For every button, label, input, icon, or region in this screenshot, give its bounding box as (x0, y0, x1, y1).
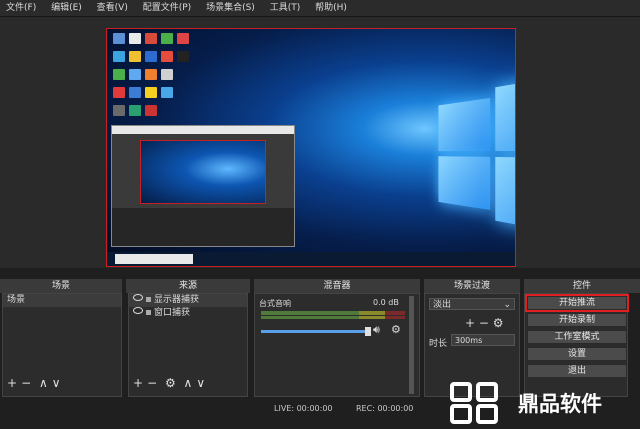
desktop-icon (161, 33, 173, 44)
nested-obs-window (111, 125, 295, 247)
source-item[interactable]: 窗口捕获 (129, 307, 247, 320)
desktop-icon (177, 51, 189, 62)
desktop-icon (113, 51, 125, 62)
menu-profile[interactable]: 配置文件(P) (143, 3, 191, 13)
speaker-icon[interactable]: 🔊︎ (373, 323, 380, 337)
menu-view[interactable]: 查看(V) (97, 3, 128, 13)
add-icon[interactable]: + (7, 376, 17, 390)
desktop-icon (113, 33, 125, 44)
windows-logo (438, 72, 515, 237)
move-down-icon[interactable]: ∨ (196, 376, 205, 390)
transition-select[interactable]: 淡出 ⌄ (429, 298, 515, 310)
gear-icon[interactable]: ⚙ (165, 376, 176, 390)
gear-icon[interactable]: ⚙ (493, 316, 504, 330)
sources-dock-title: 来源 (126, 279, 250, 293)
nested-title-bar (112, 126, 294, 134)
mixer-db-readout: 0.0 dB (373, 298, 399, 307)
menu-bar: 文件(F) 编辑(E) 查看(V) 配置文件(P) 场景集合(S) 工具(T) … (0, 0, 640, 17)
scene-item[interactable]: 场景 (3, 294, 121, 307)
volume-meter (261, 316, 405, 319)
sources-dock: 显示器捕获 窗口捕获 + − ⚙ ∧ ∨ (128, 293, 248, 397)
live-status: LIVE: 00:00:00 (274, 404, 333, 413)
preview-canvas[interactable] (106, 28, 516, 267)
desktop-icon (161, 87, 173, 98)
desktop-icon (145, 51, 157, 62)
nested-preview (140, 140, 266, 204)
transitions-dock-title: 场景过渡 (424, 279, 520, 293)
scenes-dock-title: 场景 (0, 279, 122, 293)
gear-icon[interactable]: ⚙ (391, 323, 401, 336)
move-down-icon[interactable]: ∨ (52, 376, 61, 390)
scenes-dock: 场景 + − ∧ ∨ (2, 293, 122, 397)
desktop-icon (113, 87, 125, 98)
menu-file[interactable]: 文件(F) (6, 3, 36, 13)
desktop-icon (129, 69, 141, 80)
eye-icon[interactable] (133, 307, 143, 314)
desktop-icon (177, 33, 189, 44)
menu-help[interactable]: 帮助(H) (315, 3, 347, 13)
settings-button[interactable]: 设置 (527, 347, 627, 361)
mixer-dock: 台式音响 0.0 dB 🔊︎ ⚙ (254, 293, 420, 397)
start-streaming-button[interactable]: 开始推流 (525, 294, 629, 312)
chevron-down-icon: ⌄ (503, 300, 511, 310)
start-recording-button[interactable]: 开始录制 (527, 313, 627, 327)
brand-logo-icon (450, 382, 498, 424)
lock-icon[interactable] (146, 297, 151, 302)
volume-slider-handle[interactable] (365, 327, 371, 336)
menu-tools[interactable]: 工具(T) (270, 3, 301, 13)
add-icon[interactable]: + (465, 316, 475, 330)
desktop-icon (145, 69, 157, 80)
transition-toolbar: + − ⚙ (465, 316, 504, 330)
watermark: 鼎品软件 (434, 376, 640, 429)
mixer-dock-title: 混音器 (254, 279, 420, 293)
move-up-icon[interactable]: ∧ (39, 376, 48, 390)
desktop-icon (145, 87, 157, 98)
move-up-icon[interactable]: ∧ (184, 376, 193, 390)
taskbar-search-box (115, 254, 193, 264)
studio-mode-button[interactable]: 工作室模式 (527, 330, 627, 344)
volume-slider[interactable] (261, 330, 369, 333)
rec-status: REC: 00:00:00 (356, 404, 414, 413)
menu-edit[interactable]: 编辑(E) (51, 3, 82, 13)
desktop-icon (129, 105, 141, 116)
source-item[interactable]: 显示器捕获 (129, 294, 247, 307)
source-label: 显示器捕获 (154, 295, 200, 305)
desktop-icon (145, 105, 157, 116)
scenes-toolbar: + − ∧ ∨ (7, 376, 65, 390)
sources-toolbar: + − ⚙ ∧ ∨ (133, 376, 209, 390)
brand-name: 鼎品软件 (518, 392, 602, 416)
add-icon[interactable]: + (133, 376, 143, 390)
eye-icon[interactable] (133, 294, 143, 301)
mixer-scrollbar[interactable] (409, 296, 414, 394)
transition-select-value: 淡出 (433, 300, 452, 310)
duration-input[interactable]: 300ms (451, 334, 515, 346)
controls-dock-title: 控件 (524, 279, 640, 293)
remove-icon[interactable]: − (21, 376, 31, 390)
source-label: 窗口捕获 (154, 308, 191, 318)
desktop-icon (161, 69, 173, 80)
remove-icon[interactable]: − (479, 316, 489, 330)
nested-docks (112, 208, 294, 246)
desktop-icon (161, 51, 173, 62)
desktop-icon (129, 51, 141, 62)
taskbar (107, 252, 515, 266)
desktop-icon (129, 33, 141, 44)
menu-scene-collection[interactable]: 场景集合(S) (206, 3, 255, 13)
mixer-channel-name: 台式音响 (259, 299, 291, 308)
desktop-icon (145, 33, 157, 44)
desktop-icon (129, 87, 141, 98)
desktop-icon (113, 69, 125, 80)
duration-label: 时长 (429, 339, 448, 349)
volume-meter (261, 311, 405, 315)
remove-icon[interactable]: − (147, 376, 157, 390)
desktop-icon (113, 105, 125, 116)
lock-icon[interactable] (146, 310, 151, 315)
